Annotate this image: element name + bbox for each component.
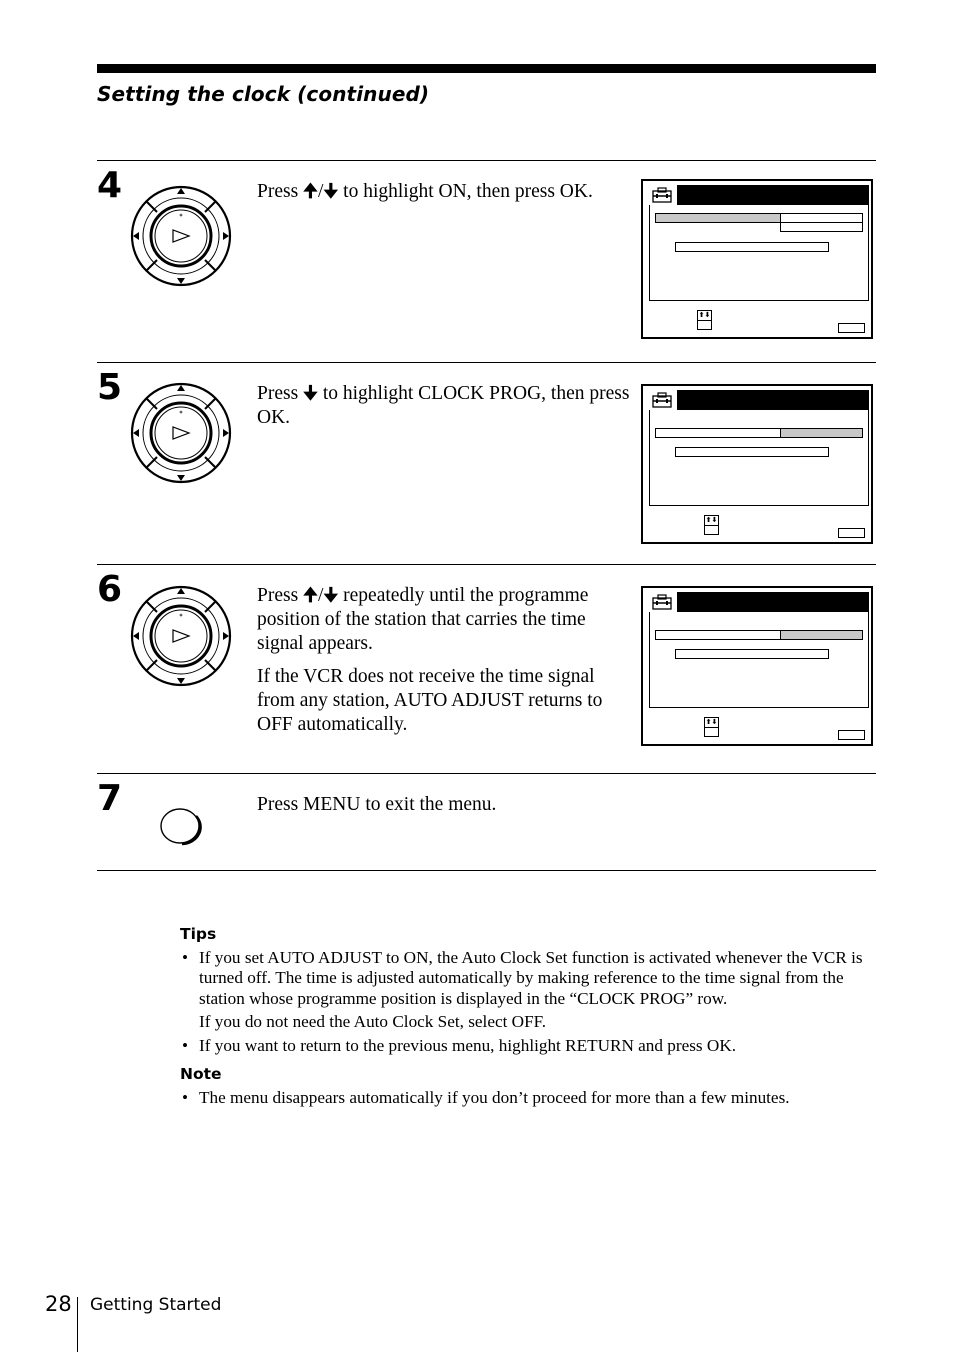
note-heading: Note bbox=[180, 1065, 222, 1083]
page-number: 28 bbox=[45, 1292, 72, 1316]
osd-titlebar bbox=[649, 390, 869, 410]
step-divider bbox=[97, 564, 876, 565]
tips-section: Tips If you set AUTO ADJUST to ON, the A… bbox=[180, 924, 880, 1116]
osd-option-selected bbox=[780, 630, 863, 640]
osd-option-off bbox=[780, 222, 863, 232]
jog-dial-icon bbox=[130, 585, 232, 687]
step-instruction: Press 🠉/🠋 to highlight ON, then press OK… bbox=[257, 181, 593, 202]
jog-dial-icon bbox=[130, 382, 232, 484]
step-instruction: Press 🠉/🠋 repeatedly until the programme… bbox=[257, 585, 603, 735]
toolbox-icon bbox=[649, 390, 677, 410]
step-divider bbox=[97, 870, 876, 871]
step-divider bbox=[97, 773, 876, 774]
step-number: 5 bbox=[97, 367, 123, 408]
step-number: 6 bbox=[97, 569, 123, 610]
down-arrow-icon: 🠋 bbox=[303, 383, 318, 404]
header-rule bbox=[97, 64, 876, 73]
step-instruction: Press MENU to exit the menu. bbox=[257, 794, 497, 815]
step-divider bbox=[97, 362, 876, 363]
osd-screen: ⬆⬇ bbox=[641, 586, 873, 746]
step-number: 4 bbox=[97, 165, 123, 206]
osd-row-auto-adjust bbox=[655, 630, 781, 640]
toolbox-icon bbox=[649, 185, 677, 205]
menu-button-icon bbox=[160, 808, 202, 846]
osd-screen: ⬆⬇ bbox=[641, 384, 873, 544]
tip-item: If you want to return to the previous me… bbox=[180, 1036, 880, 1057]
tips-heading: Tips bbox=[180, 925, 217, 943]
osd-titlebar bbox=[649, 185, 869, 205]
footer-section-label: Getting Started bbox=[90, 1295, 222, 1315]
osd-ok-box bbox=[838, 528, 865, 538]
step-divider bbox=[97, 160, 876, 161]
osd-option-selected bbox=[780, 428, 863, 438]
osd-row-auto-adjust bbox=[655, 213, 781, 223]
osd-titlebar bbox=[649, 592, 869, 612]
down-arrow-icon: 🠋 bbox=[323, 585, 339, 606]
up-arrow-icon: 🠉 bbox=[303, 585, 318, 606]
osd-screen: ⬆⬇ bbox=[641, 179, 873, 339]
updown-key-icon: ⬆⬇ bbox=[704, 515, 719, 535]
osd-ok-box bbox=[838, 730, 865, 740]
footer-divider bbox=[77, 1297, 78, 1352]
osd-panel bbox=[649, 410, 869, 506]
osd-panel bbox=[649, 612, 869, 708]
osd-row-clock-prog bbox=[675, 447, 829, 457]
step-instruction: Press 🠋 to highlight CLOCK PROG, then pr… bbox=[257, 383, 630, 428]
updown-key-icon: ⬆⬇ bbox=[704, 717, 719, 737]
osd-row-auto-adjust bbox=[655, 428, 781, 438]
updown-key-icon: ⬆⬇ bbox=[697, 310, 712, 330]
jog-dial-icon bbox=[130, 185, 232, 287]
tip-item: If you set AUTO ADJUST to ON, the Auto C… bbox=[180, 948, 880, 1033]
step-number: 7 bbox=[97, 778, 123, 819]
toolbox-icon bbox=[649, 592, 677, 612]
osd-row-clock-prog bbox=[675, 242, 829, 252]
osd-ok-box bbox=[838, 323, 865, 333]
osd-row-clock-prog bbox=[675, 649, 829, 659]
note-item: The menu disappears automatically if you… bbox=[180, 1088, 880, 1109]
down-arrow-icon: 🠋 bbox=[323, 181, 339, 202]
up-arrow-icon: 🠉 bbox=[303, 181, 318, 202]
page-title: Setting the clock (continued) bbox=[97, 82, 430, 106]
